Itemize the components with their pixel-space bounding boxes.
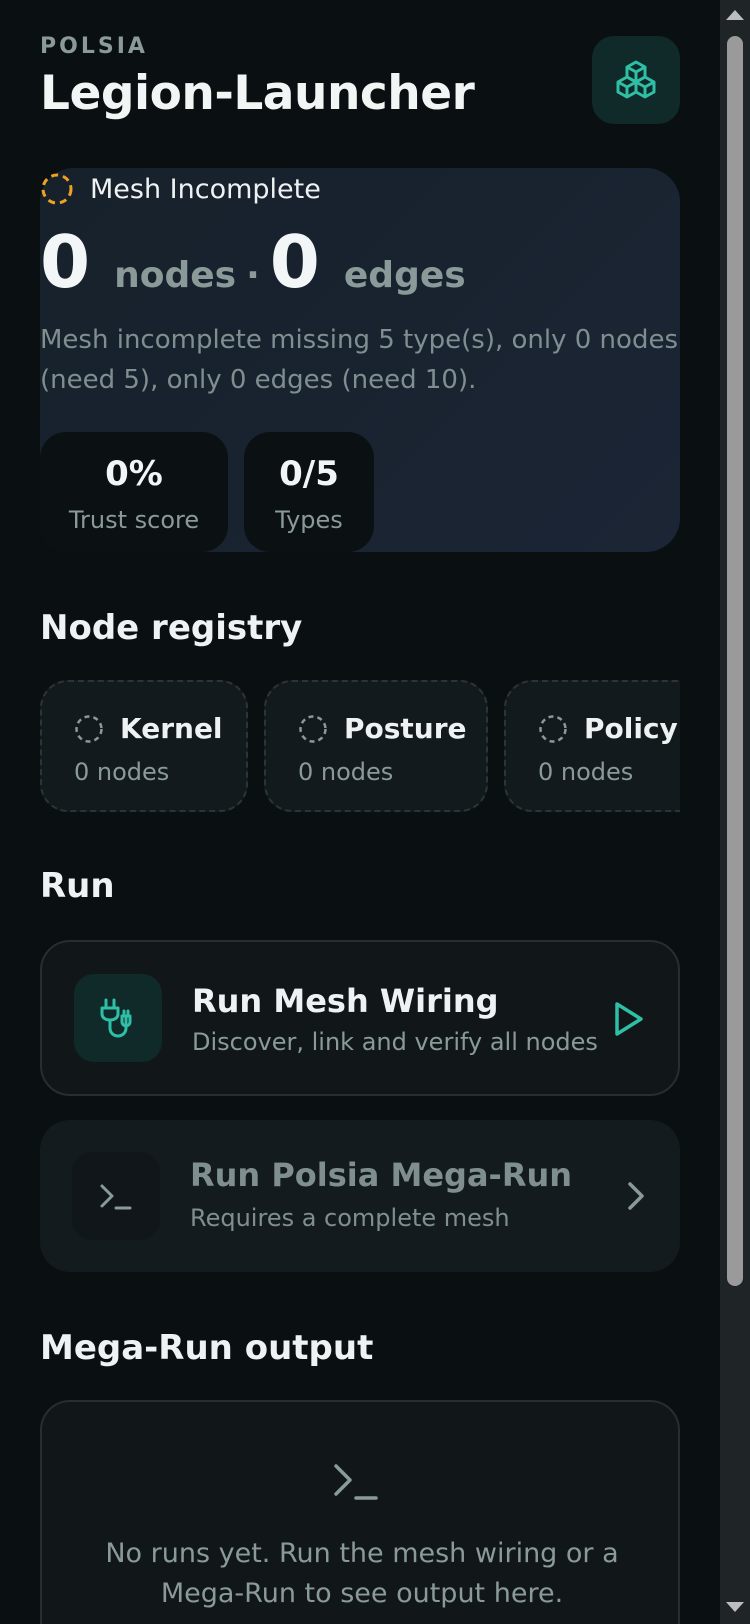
node-count: 0 nodes bbox=[74, 758, 170, 786]
node-registry-list[interactable]: Kernel 0 nodes Posture 0 nodes Policy 0 … bbox=[40, 680, 680, 812]
scrollbar[interactable] bbox=[720, 0, 750, 1624]
output-empty-message: No runs yet. Run the mesh wiring or a Me… bbox=[105, 1538, 619, 1609]
node-name: Policy bbox=[584, 712, 678, 745]
empty-circle-icon bbox=[75, 714, 103, 743]
status-row: Mesh Incomplete bbox=[40, 172, 321, 206]
mega-run-output-panel: No runs yet. Run the mesh wiring or a Me… bbox=[40, 1400, 680, 1624]
section-heading-mega-run-output: Mega-Run output bbox=[40, 1328, 374, 1368]
run-subtitle: Requires a complete mesh bbox=[190, 1204, 510, 1232]
run-title: Run Mesh Wiring bbox=[192, 982, 499, 1020]
run-title: Run Polsia Mega-Run bbox=[190, 1156, 573, 1194]
plug-icon bbox=[74, 974, 162, 1062]
node-card-head: Policy bbox=[538, 712, 678, 745]
section-heading-run: Run bbox=[40, 866, 115, 906]
cubes-icon[interactable] bbox=[592, 36, 680, 124]
node-name: Posture bbox=[344, 712, 467, 745]
page-title: Legion-Launcher bbox=[40, 66, 475, 121]
node-count: 0 nodes bbox=[298, 758, 394, 786]
status-description: Mesh incomplete missing 5 type(s), only … bbox=[40, 325, 678, 395]
node-card-head: Kernel bbox=[74, 712, 223, 745]
mesh-status-card: Mesh Incomplete 0 nodes · 0 edges Mesh i… bbox=[40, 168, 680, 552]
chevron-right-icon bbox=[628, 1182, 644, 1210]
status-label: Mesh Incomplete bbox=[90, 173, 321, 205]
nodes-count: 0 bbox=[40, 220, 91, 304]
terminal-icon bbox=[334, 1464, 378, 1500]
scroll-down-arrow-icon[interactable] bbox=[726, 1602, 744, 1612]
empty-circle-icon bbox=[299, 714, 327, 743]
play-icon bbox=[615, 1002, 643, 1036]
node-card-kernel[interactable]: Kernel 0 nodes bbox=[40, 680, 248, 812]
metric-types: 0/5 Types bbox=[244, 432, 374, 552]
node-card-posture[interactable]: Posture 0 nodes bbox=[264, 680, 488, 812]
section-heading-node-registry: Node registry bbox=[40, 608, 303, 648]
edges-unit: edges bbox=[343, 255, 466, 296]
loading-spinner-icon bbox=[41, 173, 73, 205]
nodes-unit: nodes bbox=[114, 255, 237, 296]
node-name: Kernel bbox=[120, 712, 223, 745]
metric-label: Types bbox=[275, 506, 343, 534]
node-count: 0 nodes bbox=[538, 758, 634, 786]
metric-label: Trust score bbox=[68, 506, 200, 534]
metric-trust-score: 0% Trust score bbox=[40, 432, 228, 552]
scroll-up-arrow-icon[interactable] bbox=[726, 10, 744, 20]
metric-value: 0% bbox=[105, 454, 163, 494]
mesh-counts: 0 nodes · 0 edges bbox=[40, 220, 466, 304]
run-mesh-wiring-button[interactable]: Run Mesh Wiring Discover, link and verif… bbox=[40, 940, 680, 1096]
scrollbar-thumb[interactable] bbox=[727, 36, 743, 1286]
empty-circle-icon bbox=[539, 714, 567, 743]
node-card-head: Posture bbox=[298, 712, 467, 745]
node-card-policy[interactable]: Policy 0 nodes bbox=[504, 680, 680, 812]
brand-label: POLSIA bbox=[40, 34, 148, 59]
metric-value: 0/5 bbox=[279, 454, 339, 494]
edges-count: 0 bbox=[269, 220, 320, 304]
count-separator: · bbox=[246, 255, 260, 296]
terminal-icon bbox=[72, 1152, 160, 1240]
run-subtitle: Discover, link and verify all nodes bbox=[192, 1028, 598, 1056]
run-mega-run-button[interactable]: Run Polsia Mega-Run Requires a complete … bbox=[40, 1120, 680, 1272]
